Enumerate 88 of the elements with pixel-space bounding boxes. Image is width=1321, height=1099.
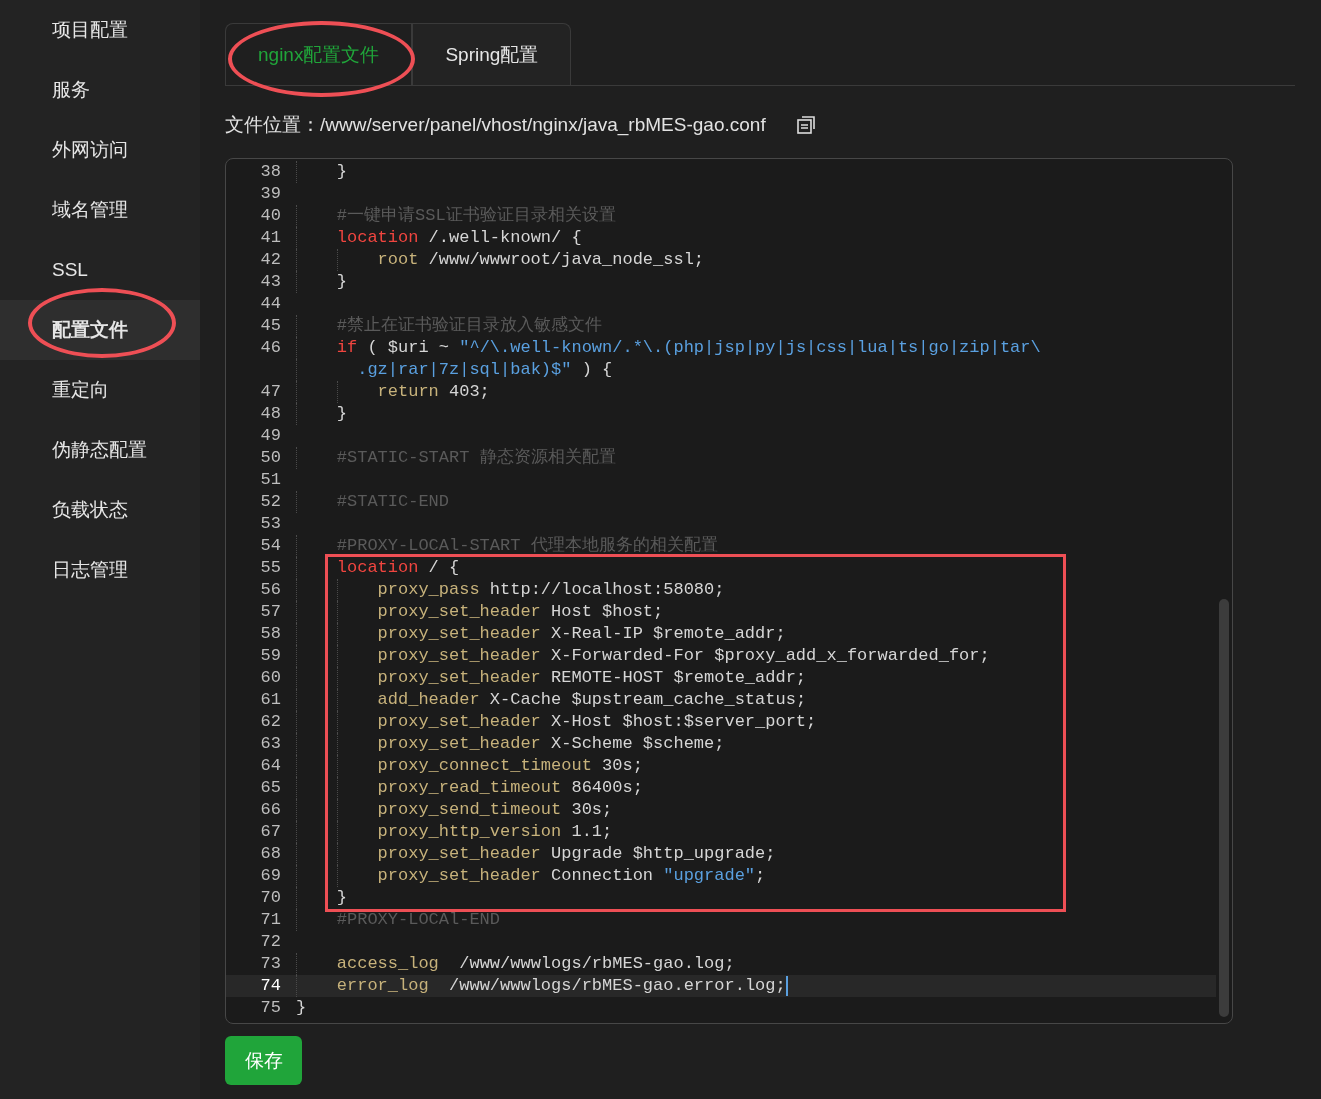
line-number: 47 — [260, 381, 281, 403]
line-number: 58 — [260, 623, 281, 645]
line-number: 48 — [260, 403, 281, 425]
code-line: } — [336, 887, 347, 909]
line-number: 69 — [260, 865, 281, 887]
copy-icon[interactable] — [795, 115, 816, 135]
code-line: proxy_connect_timeout 30s; — [377, 755, 643, 777]
code-line: } — [296, 997, 307, 1019]
line-number: 38 — [260, 161, 281, 183]
code-line: #PROXY-LOCAl-START 代理本地服务的相关配置 — [336, 535, 718, 557]
line-number: 41 — [260, 227, 281, 249]
code-line: proxy_set_header REMOTE-HOST $remote_addr; — [377, 667, 807, 689]
line-number: 46 — [260, 337, 281, 359]
code-line: #STATIC-START 静态资源相关配置 — [336, 447, 616, 469]
sidebar-item[interactable]: 外网访问 — [0, 120, 200, 180]
line-number: 54 — [260, 535, 281, 557]
line-number: 68 — [260, 843, 281, 865]
code-line: proxy_set_header Upgrade $http_upgrade; — [377, 843, 776, 865]
code-line: #一键申请SSL证书验证目录相关设置 — [336, 205, 616, 227]
code-line: error_log /www/wwwlogs/rbMES-gao.error.log; — [336, 975, 786, 997]
code-line: return 403; — [377, 381, 490, 403]
code-line: root /www/wwwroot/java_node_ssl; — [377, 249, 705, 271]
line-number: 40 — [260, 205, 281, 227]
code-editor[interactable] — [225, 158, 1233, 1024]
code-line: #PROXY-LOCAl-END — [336, 909, 501, 931]
line-number: 63 — [260, 733, 281, 755]
line-number: 67 — [260, 821, 281, 843]
sidebar-item[interactable]: 服务 — [0, 60, 200, 120]
line-number: 52 — [260, 491, 281, 513]
code-line: proxy_http_version 1.1; — [377, 821, 613, 843]
file-path: /www/server/panel/vhost/nginx/java_rbMES-gao.conf — [320, 114, 766, 136]
code-line: access_log /www/wwwlogs/rbMES-gao.log; — [336, 953, 735, 975]
line-number: 71 — [260, 909, 281, 931]
code-line: #STATIC-END — [336, 491, 449, 513]
line-number: 75 — [260, 997, 281, 1019]
sidebar-item[interactable]: 配置文件 — [0, 300, 200, 360]
code-line: if ( $uri ~ "^/\.well-known/.*\.(php|jsp|py|js|css|lua|ts|go|zip|tar\ — [336, 337, 1041, 359]
line-number: 49 — [260, 425, 281, 447]
line-number: 61 — [260, 689, 281, 711]
code-line: proxy_set_header X-Host $host:$server_port; — [377, 711, 817, 733]
code-line: proxy_send_timeout 30s; — [377, 799, 613, 821]
code-line: } — [336, 161, 347, 183]
code-line: proxy_set_header Host $host; — [377, 601, 664, 623]
line-number: 42 — [260, 249, 281, 271]
code-line: add_header X-Cache $upstream_cache_status; — [377, 689, 807, 711]
sidebar-item[interactable]: 域名管理 — [0, 180, 200, 240]
line-number: 51 — [260, 469, 281, 491]
tab[interactable]: Spring配置 — [412, 23, 572, 85]
line-number: 64 — [260, 755, 281, 777]
line-number: 62 — [260, 711, 281, 733]
line-number: 72 — [260, 931, 281, 953]
sidebar-item[interactable]: 项目配置 — [0, 0, 200, 60]
line-number: 59 — [260, 645, 281, 667]
code-line: proxy_set_header X-Forwarded-For $proxy_add_x_forwarded_for; — [377, 645, 990, 667]
scrollbar[interactable] — [1219, 599, 1229, 1017]
line-number: 53 — [260, 513, 281, 535]
line-number: 74 — [260, 975, 281, 997]
code-line: location /.well-known/ { — [336, 227, 582, 249]
code-line: .gz|rar|7z|sql|bak)$" ) { — [356, 359, 613, 381]
code-line: proxy_set_header X-Scheme $scheme; — [377, 733, 725, 755]
line-number: 70 — [260, 887, 281, 909]
code-line: } — [336, 403, 347, 425]
line-number: 55 — [260, 557, 281, 579]
line-number: 50 — [260, 447, 281, 469]
code-line: #禁止在证书验证目录放入敏感文件 — [336, 315, 602, 337]
sidebar-item[interactable]: SSL — [0, 240, 200, 300]
line-number: 66 — [260, 799, 281, 821]
line-number: 57 — [260, 601, 281, 623]
line-number: 65 — [260, 777, 281, 799]
sidebar-item[interactable]: 日志管理 — [0, 540, 200, 600]
text-cursor — [785, 976, 788, 996]
code-line: proxy_set_header Connection "upgrade"; — [377, 865, 766, 887]
line-number: 44 — [260, 293, 281, 315]
line-number: 73 — [260, 953, 281, 975]
code-line: location / { — [336, 557, 460, 579]
sidebar-item[interactable]: 负载状态 — [0, 480, 200, 540]
sidebar-item[interactable]: 伪静态配置 — [0, 420, 200, 480]
code-line: proxy_read_timeout 86400s; — [377, 777, 643, 799]
line-number: 43 — [260, 271, 281, 293]
line-number: 45 — [260, 315, 281, 337]
code-line: proxy_pass http://localhost:58080; — [377, 579, 725, 601]
line-number: 39 — [260, 183, 281, 205]
sidebar-item[interactable]: 重定向 — [0, 360, 200, 420]
code-line: } — [336, 271, 347, 293]
file-location-label: 文件位置： — [225, 113, 320, 137]
code-line: proxy_set_header X-Real-IP $remote_addr; — [377, 623, 786, 645]
line-number: 60 — [260, 667, 281, 689]
line-number: 56 — [260, 579, 281, 601]
